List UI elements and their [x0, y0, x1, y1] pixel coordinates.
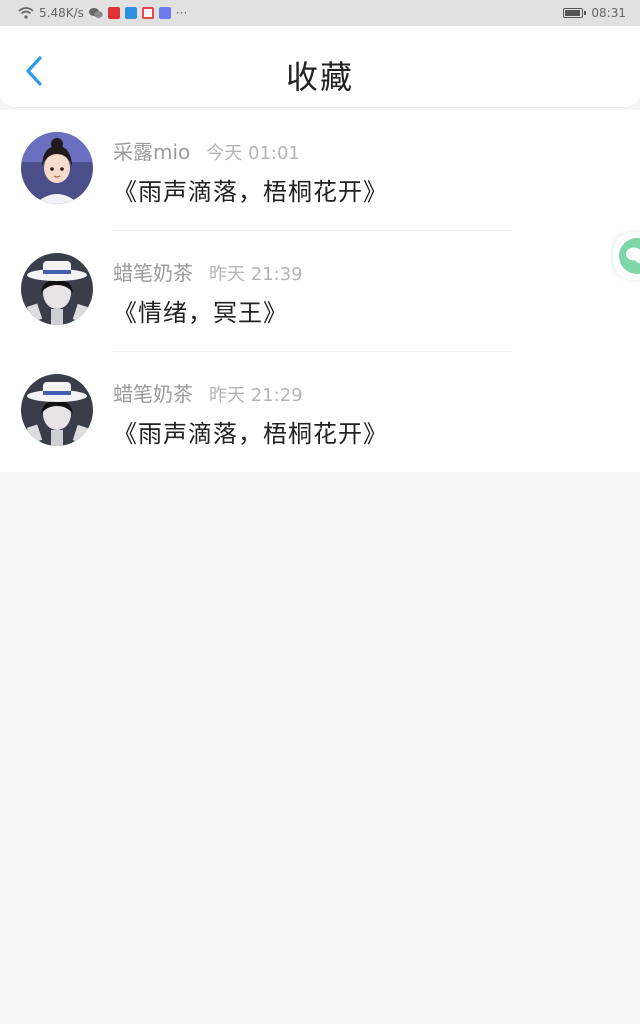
battery-icon: [563, 8, 587, 18]
clock: 08:31: [591, 6, 626, 20]
status-bar-left: 5.48K/s ···: [18, 0, 187, 26]
status-bar-right: 08:31: [563, 0, 626, 26]
chat-bubble-icon: [626, 247, 640, 264]
app-blue-icon: [124, 7, 137, 19]
work-title[interactable]: 《雨声滴落，梧桐花开》: [113, 172, 388, 207]
wechat-icon: [88, 8, 103, 18]
author-name[interactable]: 蜡笔奶茶: [113, 257, 193, 286]
timestamp: 昨天 21:39: [209, 264, 303, 285]
list-item[interactable]: 蜡笔奶茶 昨天 21:29 《雨声滴落，梧桐花开》: [0, 352, 640, 473]
work-title[interactable]: 《雨声滴落，梧桐花开》: [113, 414, 388, 449]
avatar-hat-boy-image: [21, 374, 93, 446]
floating-chat-button[interactable]: [613, 232, 640, 280]
list-item[interactable]: 蜡笔奶茶 昨天 21:39 《情绪，冥王》: [0, 231, 640, 352]
avatar-girl-image: [21, 132, 93, 204]
avatar[interactable]: [21, 253, 93, 325]
favorites-list: 采露mio 今天 01:01 《雨声滴落，梧桐花开》 蜡笔奶茶 昨天 21:39…: [0, 110, 640, 472]
item-meta: 蜡笔奶茶 昨天 21:39: [113, 257, 303, 286]
page-title: 收藏: [285, 58, 354, 96]
work-title[interactable]: 《情绪，冥王》: [113, 293, 288, 328]
timestamp: 昨天 21:29: [209, 385, 303, 406]
status-bar: 5.48K/s ··· 08:31: [0, 0, 640, 26]
more-icon: ···: [175, 6, 188, 20]
list-item[interactable]: 采露mio 今天 01:01 《雨声滴落，梧桐花开》: [0, 110, 640, 231]
header: 收藏: [0, 26, 640, 108]
author-name[interactable]: 蜡笔奶茶: [113, 378, 193, 407]
timestamp: 今天 01:01: [206, 143, 300, 164]
app-red-icon: [107, 7, 120, 19]
net-speed: 5.48K/s: [39, 6, 84, 20]
app-red-square-icon: [141, 7, 154, 19]
floating-tab-circle: [619, 238, 640, 274]
avatar-hat-boy-image: [21, 253, 93, 325]
avatar[interactable]: [21, 132, 93, 204]
author-name[interactable]: 采露mio: [113, 136, 190, 165]
avatar[interactable]: [21, 374, 93, 446]
item-meta: 蜡笔奶茶 昨天 21:29: [113, 378, 303, 407]
wifi-icon: [18, 7, 34, 19]
item-meta: 采露mio 今天 01:01: [113, 136, 300, 165]
app-purple-icon: [158, 7, 171, 19]
